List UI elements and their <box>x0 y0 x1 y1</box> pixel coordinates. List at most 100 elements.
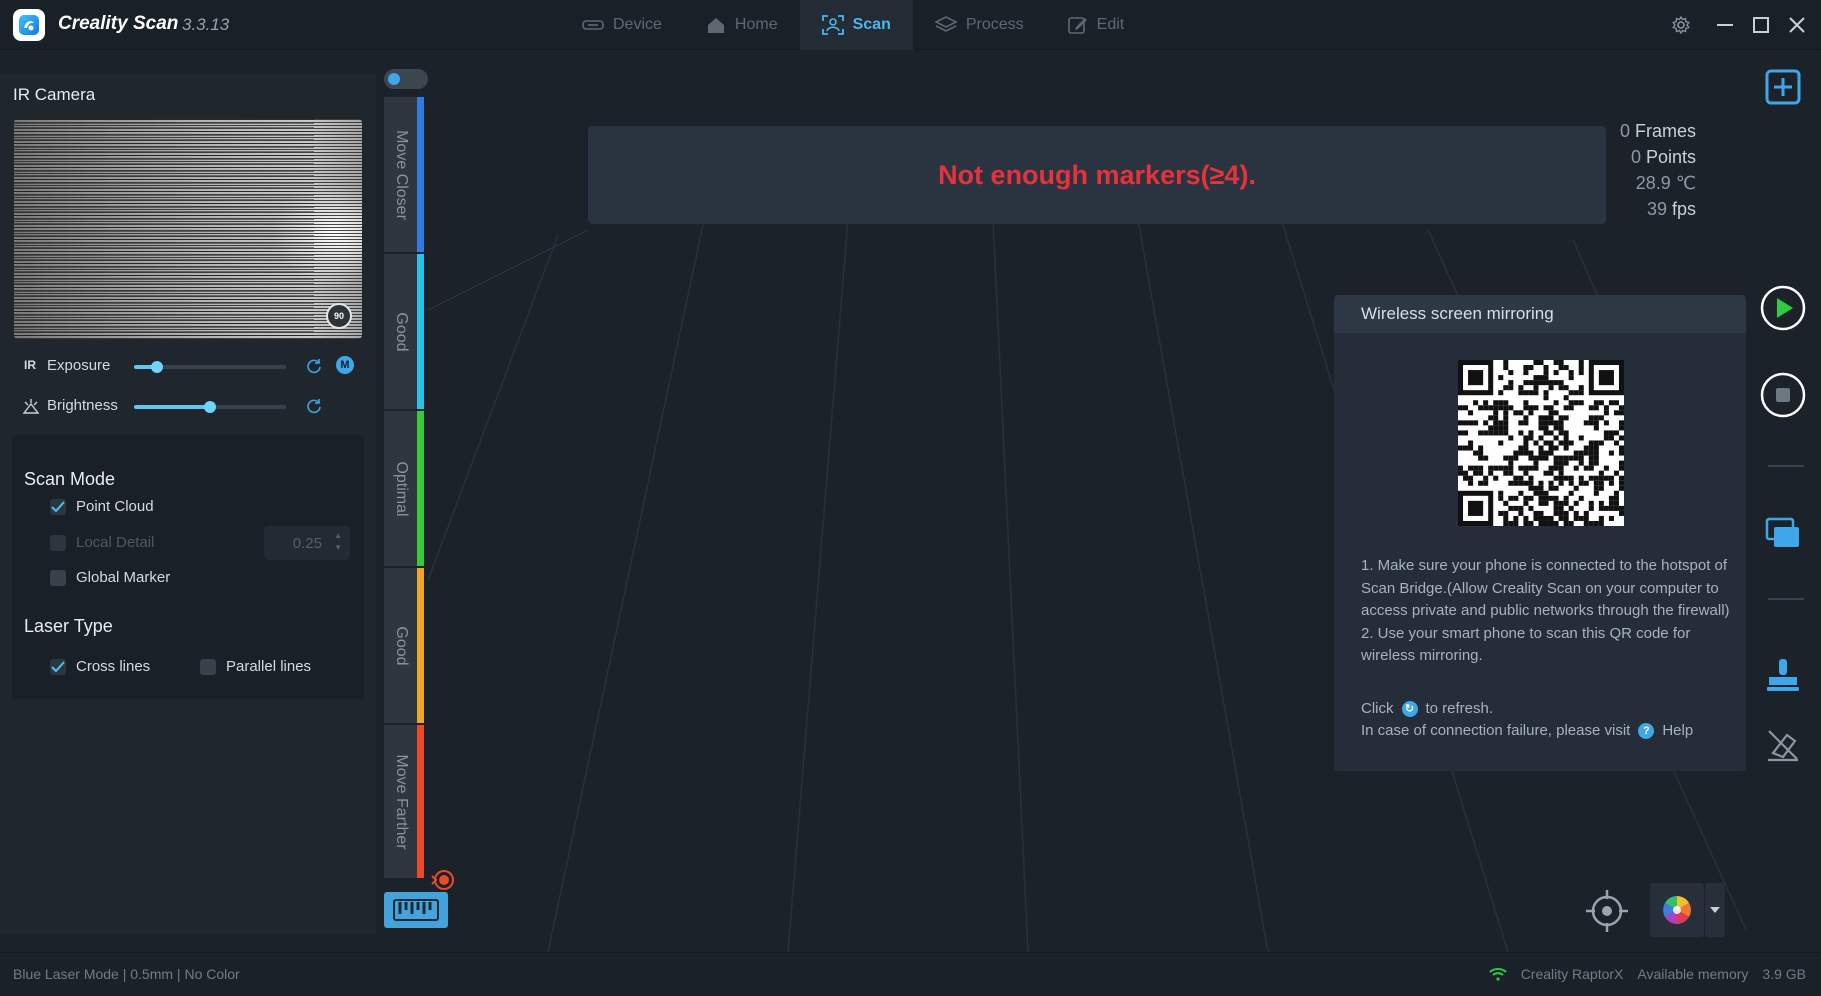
exposure-slider-knob[interactable] <box>150 361 163 373</box>
tab-edit[interactable]: Edit <box>1046 0 1147 50</box>
local-detail-label: Local Detail <box>76 534 155 551</box>
layers-icon <box>934 16 957 32</box>
crosshair-icon <box>1586 890 1628 932</box>
global-marker-option[interactable]: Global Marker <box>50 569 170 586</box>
stepper-arrows-icon: ▲ ▼ <box>334 531 342 552</box>
gauge-toggle-knob <box>388 73 400 85</box>
gauge-label: Optimal <box>393 460 410 517</box>
window-controls <box>1663 0 1821 50</box>
maximize-button[interactable] <box>1743 0 1779 50</box>
tab-edit-label: Edit <box>1096 16 1125 33</box>
brightness-slider-knob[interactable] <box>204 401 216 413</box>
memory-value: 3.9 GB <box>1762 966 1806 982</box>
exposure-slider[interactable] <box>134 361 286 373</box>
help-link[interactable]: Help <box>1662 722 1693 739</box>
toolbar-divider <box>1768 598 1804 600</box>
maximize-icon <box>1753 17 1769 33</box>
main-nav: Device Home Scan Process Edit <box>560 0 1146 50</box>
brightness-label: Brightness <box>47 397 118 414</box>
new-project-button[interactable] <box>1758 62 1808 112</box>
frames-stat: 0 Frames <box>1620 118 1696 144</box>
exposure-manual-badge[interactable]: M <box>336 356 354 374</box>
gauge-label: Good <box>393 625 410 666</box>
parallel-lines-option[interactable]: Parallel lines <box>200 658 311 675</box>
cross-lines-label: Cross lines <box>76 658 151 675</box>
tab-device-label: Device <box>613 16 662 33</box>
tab-scan[interactable]: Scan <box>799 0 913 50</box>
toolbar-divider <box>1768 465 1804 467</box>
start-scan-button[interactable] <box>1758 283 1808 333</box>
temperature-stat: 28.9 ℃ <box>1620 170 1696 196</box>
brightness-row: Brightness <box>22 395 362 419</box>
distance-gauge: Move Closer Good Optimal Good Move Farth… <box>384 97 424 880</box>
scan-mode-title: Scan Mode <box>24 469 116 489</box>
clear-markers-button[interactable] <box>1758 720 1808 770</box>
gauge-toggle[interactable] <box>384 69 428 89</box>
home-icon <box>707 18 724 33</box>
mirroring-title: Wireless screen mirroring <box>1334 295 1746 333</box>
mirroring-instructions: 1. Make sure your phone is connected to … <box>1361 555 1736 668</box>
refresh-suffix: to refresh. <box>1425 700 1494 717</box>
gauge-bar <box>417 725 424 878</box>
chevron-down-icon <box>1710 907 1720 913</box>
color-mode-dropdown[interactable] <box>1705 883 1725 937</box>
tab-process[interactable]: Process <box>913 0 1046 50</box>
scan-config-status: Blue Laser Mode | 0.5mm | No Color <box>13 966 240 982</box>
color-mode-button[interactable] <box>1650 883 1704 937</box>
instruction-step-2: 2. Use your smart phone to scan this QR … <box>1361 624 1691 665</box>
gauge-bar <box>417 568 424 723</box>
point-cloud-checkbox[interactable] <box>50 498 66 515</box>
fps-value: 39 <box>1646 199 1667 219</box>
tab-process-label: Process <box>965 16 1024 33</box>
brightness-reset-icon[interactable] <box>306 398 322 414</box>
laser-type-title: Laser Type <box>24 616 113 636</box>
stop-scan-button[interactable] <box>1758 370 1808 420</box>
wifi-icon <box>1488 968 1507 981</box>
minimize-icon <box>1717 24 1733 26</box>
gauge-segment-good-near: Good <box>384 254 424 411</box>
minimize-button[interactable] <box>1707 0 1743 50</box>
exposure-reset-icon[interactable] <box>306 358 322 374</box>
parallel-lines-checkbox[interactable] <box>200 658 216 675</box>
marker-off-icon <box>1768 730 1798 762</box>
global-marker-checkbox[interactable] <box>50 569 66 586</box>
gauge-segment-move-closer: Move Closer <box>384 97 424 254</box>
title-bar: Creality Scan 3.3.13 Device Home Scan Pr… <box>0 0 1821 50</box>
exposure-row: IR Exposure M <box>22 355 362 379</box>
settings-button[interactable] <box>1663 0 1699 50</box>
locate-button[interactable] <box>1582 886 1632 936</box>
exposure-prefix: IR <box>24 358 36 372</box>
play-icon <box>1760 285 1806 331</box>
refresh-icon[interactable]: ↻ <box>1401 700 1418 717</box>
point-cloud-label: Point Cloud <box>76 498 154 515</box>
cross-lines-checkbox[interactable] <box>50 658 66 675</box>
local-detail-checkbox <box>50 534 66 551</box>
turntable-button[interactable] <box>1758 650 1808 700</box>
app-name: Creality Scan <box>58 13 179 34</box>
points-value: 0 <box>1630 147 1641 167</box>
checkmark-icon <box>51 660 65 672</box>
wireless-mirroring-panel: Wireless screen mirroring 1. Make sure y… <box>1334 295 1746 771</box>
gauge-bar <box>417 254 424 409</box>
tab-home[interactable]: Home <box>684 0 800 50</box>
gauge-label: Move Farther <box>393 753 410 850</box>
gauge-segment-optimal: Optimal <box>384 411 424 568</box>
frames-value: 0 <box>1619 121 1630 141</box>
brightness-slider[interactable] <box>134 401 286 413</box>
tab-device[interactable]: Device <box>560 0 684 50</box>
warning-banner: Not enough markers(≥4). <box>588 126 1606 224</box>
gauge-segment-move-farther: Move Farther <box>384 725 424 880</box>
gauge-bar <box>417 411 424 566</box>
device-icon <box>582 20 604 30</box>
tab-scan-label: Scan <box>852 16 891 33</box>
point-cloud-option[interactable]: Point Cloud <box>50 498 154 515</box>
close-button[interactable] <box>1779 0 1815 50</box>
cross-lines-option[interactable]: Cross lines <box>50 658 150 675</box>
points-stat: 0 Points <box>1620 144 1696 170</box>
help-icon[interactable]: ? <box>1638 722 1655 739</box>
local-detail-value: 0.25 <box>292 534 322 552</box>
screen-mirror-button[interactable] <box>1758 508 1808 558</box>
rotate-90-button[interactable]: 90 <box>326 303 352 329</box>
edit-icon <box>1067 17 1087 34</box>
qr-code-image <box>1458 360 1624 526</box>
